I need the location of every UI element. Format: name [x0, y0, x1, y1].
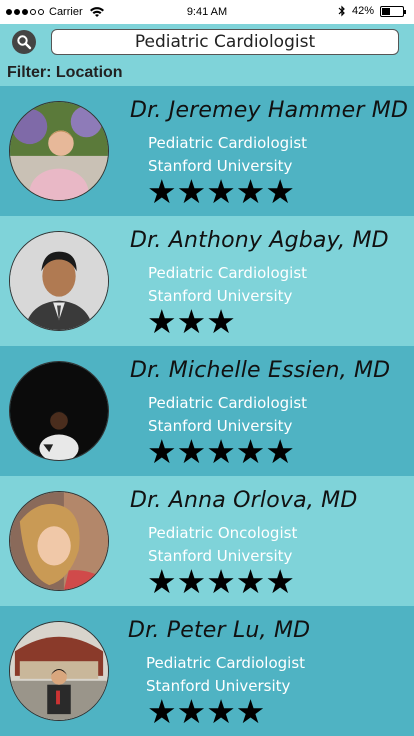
star-icon: ★	[147, 172, 177, 211]
doctor-row[interactable]: Dr. Anthony Agbay, MD Pediatric Cardiolo…	[0, 216, 414, 346]
doctor-specialty: Pediatric Oncologist	[148, 524, 298, 542]
star-icon: ★	[265, 432, 295, 471]
star-icon: ★	[176, 562, 207, 601]
doctor-row[interactable]: Dr. Peter Lu, MD Pediatric Cardiologist …	[0, 606, 414, 736]
avatar	[9, 231, 109, 331]
doctor-name[interactable]: Dr. Peter Lu, MD	[128, 618, 310, 643]
rating-stars: ★ ★ ★ ★ ★	[147, 175, 295, 209]
avatar	[9, 361, 109, 461]
rating-stars: ★ ★ ★	[147, 305, 236, 339]
rating-stars: ★ ★ ★ ★ ★	[147, 435, 295, 469]
search-bar: Pediatric Cardiologist	[0, 24, 414, 60]
doctor-row[interactable]: Dr. Michelle Essien, MD Pediatric Cardio…	[0, 346, 414, 476]
search-button[interactable]	[12, 30, 36, 54]
search-input[interactable]: Pediatric Cardiologist	[51, 29, 399, 55]
star-icon: ★	[147, 432, 177, 471]
filter-bar[interactable]: Filter: Location	[0, 60, 414, 86]
doctor-specialty: Pediatric Cardiologist	[148, 264, 308, 282]
star-icon: ★	[206, 432, 236, 471]
search-icon	[17, 35, 32, 50]
doctor-row[interactable]: Dr. Jeremey Hammer MD Pediatric Cardiolo…	[0, 86, 414, 216]
bluetooth-icon	[338, 5, 345, 17]
status-bar: Carrier 9:41 AM 42%	[0, 0, 414, 24]
avatar	[9, 491, 109, 591]
avatar	[9, 621, 109, 721]
star-icon: ★	[235, 432, 266, 471]
star-icon: ★	[206, 302, 236, 341]
status-right: 42%	[338, 5, 406, 17]
doctor-name[interactable]: Dr. Anna Orlova, MD	[130, 488, 358, 513]
battery-percent: 42%	[351, 5, 374, 17]
star-icon: ★	[235, 562, 266, 601]
doctor-list: Dr. Jeremey Hammer MD Pediatric Cardiolo…	[0, 86, 414, 736]
star-icon: ★	[176, 302, 207, 341]
star-icon: ★	[147, 562, 177, 601]
star-icon: ★	[235, 172, 266, 211]
star-icon: ★	[147, 692, 177, 731]
battery-icon	[380, 5, 406, 17]
doctor-specialty: Pediatric Cardiologist	[146, 654, 306, 672]
doctor-name[interactable]: Dr. Jeremey Hammer MD	[130, 98, 408, 123]
star-icon: ★	[265, 172, 295, 211]
star-icon: ★	[206, 562, 236, 601]
doctor-specialty: Pediatric Cardiologist	[148, 134, 308, 152]
rating-stars: ★ ★ ★ ★ ★	[147, 565, 295, 599]
star-icon: ★	[147, 302, 177, 341]
star-icon: ★	[176, 692, 207, 731]
star-icon: ★	[206, 172, 236, 211]
star-icon: ★	[176, 172, 207, 211]
doctor-row[interactable]: Dr. Anna Orlova, MD Pediatric Oncologist…	[0, 476, 414, 606]
doctor-name[interactable]: Dr. Michelle Essien, MD	[130, 358, 390, 383]
star-icon: ★	[235, 692, 266, 731]
doctor-name[interactable]: Dr. Anthony Agbay, MD	[130, 228, 389, 253]
filter-label[interactable]: Filter: Location	[7, 64, 123, 82]
star-icon: ★	[206, 692, 236, 731]
doctor-specialty: Pediatric Cardiologist	[148, 394, 308, 412]
star-icon: ★	[176, 432, 207, 471]
star-icon: ★	[265, 562, 295, 601]
rating-stars: ★ ★ ★ ★	[147, 695, 265, 729]
avatar	[9, 101, 109, 201]
